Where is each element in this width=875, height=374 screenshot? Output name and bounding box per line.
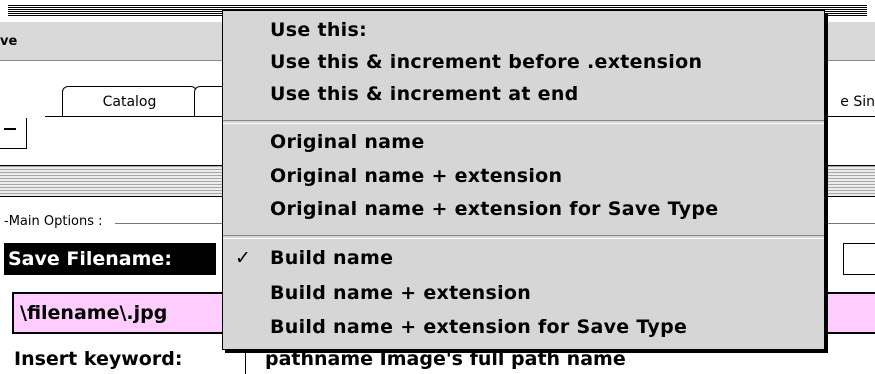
menu-item-original-name-extension-save-type[interactable]: Original name + extension for Save Type: [270, 198, 718, 220]
insert-keyword-label: Insert keyword:: [14, 348, 183, 370]
tab-right-partial[interactable]: e Sin: [840, 94, 875, 110]
insert-keyword-divider: [245, 350, 246, 374]
tab-catalog-label: Catalog: [102, 93, 157, 110]
menu-item-build-name[interactable]: Build name: [270, 247, 393, 269]
menu-item-use-this[interactable]: Use this:: [270, 19, 367, 41]
save-filename-label[interactable]: Save Filename:: [4, 243, 216, 275]
main-options-label: -Main Options :: [4, 214, 103, 229]
menu-item-original-name[interactable]: Original name: [270, 131, 425, 153]
menu-item-build-name-extension-save-type[interactable]: Build name + extension for Save Type: [270, 316, 687, 338]
menu-item-use-this-increment-at-end[interactable]: Use this & increment at end: [270, 83, 579, 105]
menu-divider: [223, 120, 824, 124]
checkmark-icon: ✓: [235, 247, 251, 269]
tab-catalog[interactable]: Catalog: [62, 86, 197, 116]
minus-icon[interactable]: [4, 128, 16, 130]
filename-value: \filename\.jpg: [20, 302, 168, 324]
menu-divider: [223, 235, 824, 239]
menu-item-build-name-extension[interactable]: Build name + extension: [270, 282, 531, 304]
left-control-box: [0, 118, 27, 149]
pathname-keyword-item[interactable]: pathname Image's full path name: [265, 348, 626, 370]
toolbar-label: ve: [0, 34, 18, 49]
filename-mode-menu[interactable]: Use this: Use this & increment before .e…: [222, 10, 825, 350]
save-filename-popup[interactable]: [843, 243, 875, 275]
menu-item-original-name-extension[interactable]: Original name + extension: [270, 165, 562, 187]
menu-item-use-this-increment-before-extension[interactable]: Use this & increment before .extension: [270, 51, 702, 73]
